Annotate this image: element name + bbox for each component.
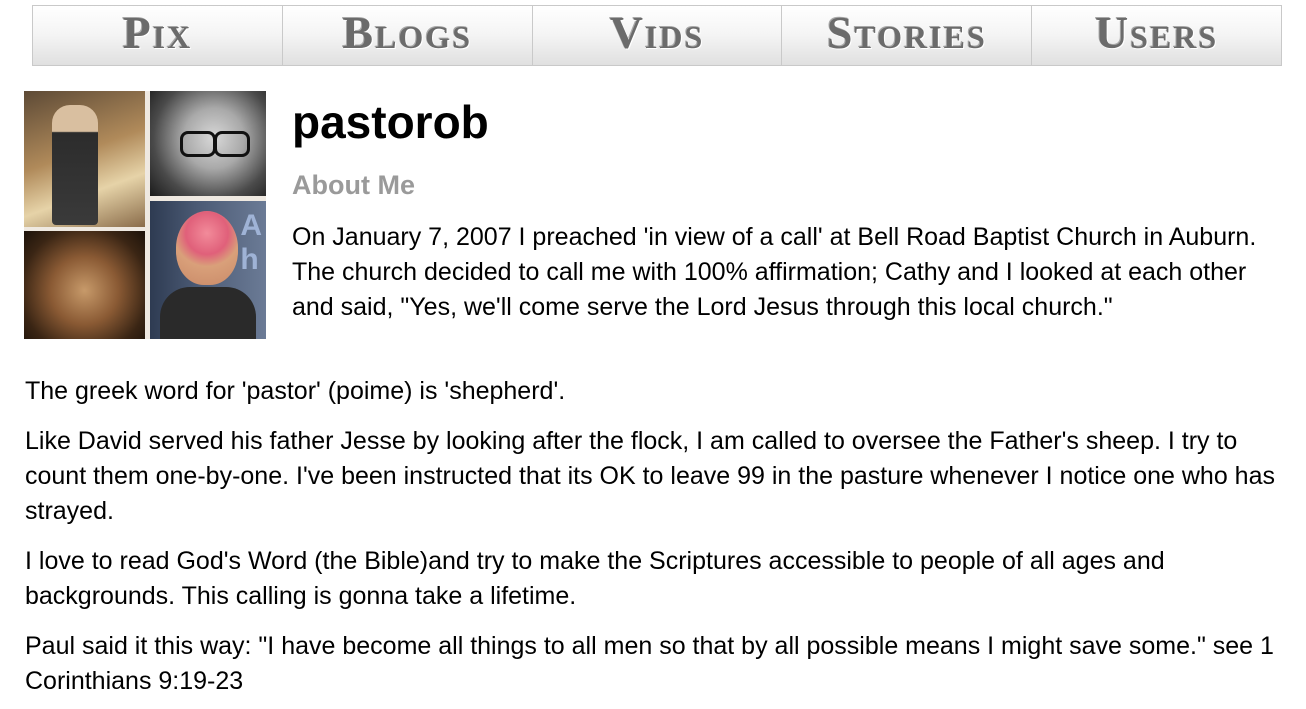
top-nav: Pix Blogs Vids Stories Users	[32, 5, 1282, 66]
photo-speaker-with-microphone: Ah	[150, 201, 266, 339]
photo-backdrop-letters: Ah	[240, 209, 262, 276]
photo-preaching-on-stage	[24, 91, 145, 227]
tab-blogs-label: Blogs	[342, 6, 472, 58]
tab-vids[interactable]: Vids	[531, 5, 782, 66]
tab-pix-label: Pix	[122, 6, 193, 58]
about-paragraph-shepherd: Like David served his father Jesse by lo…	[25, 427, 1275, 525]
photo-costume-portrait	[24, 231, 145, 339]
profile-username: pastorob	[292, 96, 489, 148]
tab-blogs[interactable]: Blogs	[281, 5, 532, 66]
glasses-lens-right	[214, 131, 250, 157]
about-paragraph-call: On January 7, 2007 I preached 'in view o…	[292, 223, 1257, 321]
photo-speaker-head	[176, 211, 238, 285]
tab-stories[interactable]: Stories	[781, 5, 1032, 66]
glasses-lens-left	[180, 131, 216, 157]
photo-figure	[52, 105, 98, 225]
about-me-heading: About Me	[292, 170, 415, 200]
about-paragraph-scripture: I love to read God's Word (the Bible)and…	[25, 547, 1165, 610]
about-paragraph-paul-quote: Paul said it this way: "I have become al…	[25, 632, 1274, 695]
photo-speaker-body	[160, 287, 256, 339]
profile-photo-collage: Ah	[24, 91, 266, 339]
about-paragraph-greek-word: The greek word for 'pastor' (poime) is '…	[25, 377, 566, 405]
tab-users-label: Users	[1094, 6, 1219, 58]
tab-stories-label: Stories	[826, 6, 987, 58]
photo-portrait-with-glasses	[150, 91, 266, 196]
tab-pix[interactable]: Pix	[32, 5, 282, 66]
tab-users[interactable]: Users	[1031, 5, 1282, 66]
tab-vids-label: Vids	[609, 6, 705, 58]
